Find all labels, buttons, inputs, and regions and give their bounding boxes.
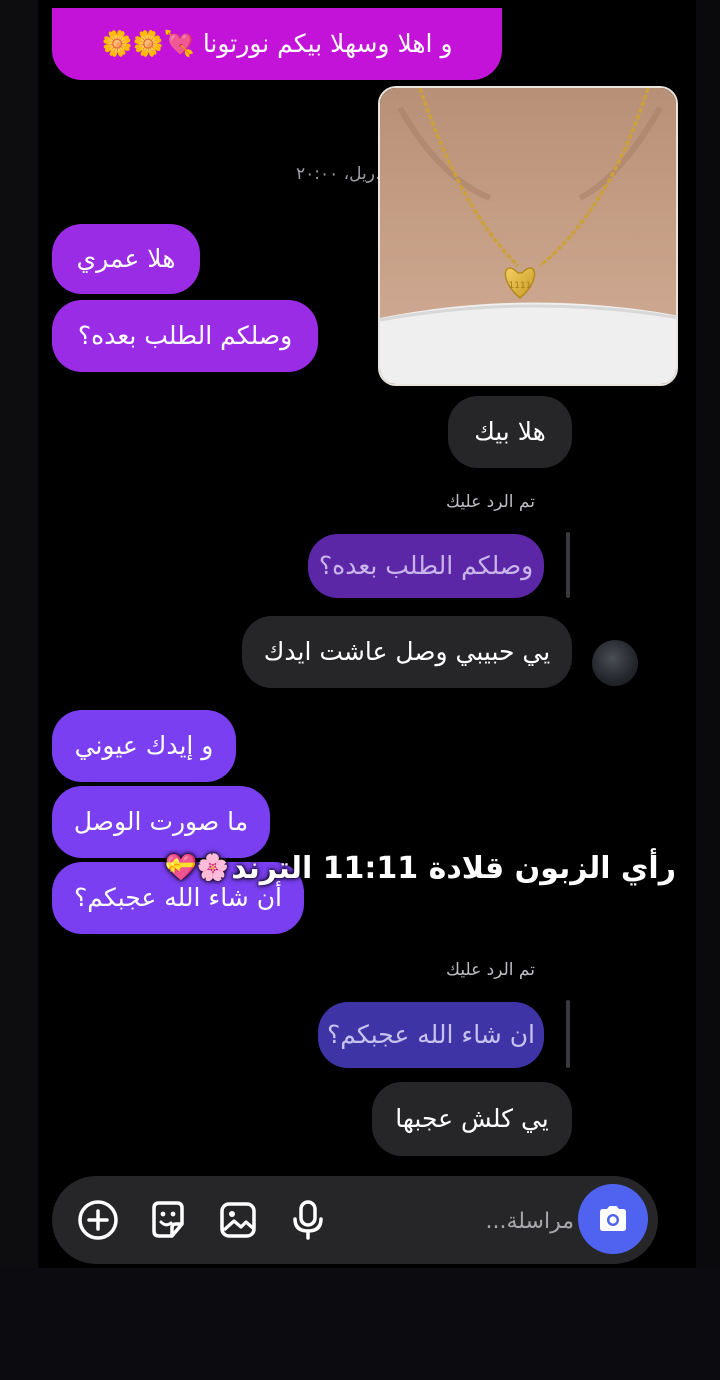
contact-avatar[interactable]	[592, 640, 638, 686]
message-text: يي كلش عجبها	[395, 1104, 549, 1133]
plus-icon[interactable]	[76, 1198, 120, 1242]
message-text: يي حبيبي وصل عاشت ايدك	[263, 637, 551, 666]
message-text: و إيدك عيوني	[74, 731, 214, 760]
microphone-icon[interactable]	[286, 1198, 330, 1242]
bottom-blank-area	[0, 1268, 720, 1380]
chat-screen: و اهلا وسهلا بيكم نورتونا 💘🌼🌼 …ريل، ٢٠:٠…	[0, 0, 720, 1268]
quoted-message[interactable]: ان شاء الله عجبكم؟	[318, 1002, 544, 1068]
message-text: ما صورت الوصل	[73, 807, 249, 836]
message-text: وصلكم الطلب بعده؟	[77, 321, 293, 350]
necklace-photo[interactable]: 1111	[378, 86, 678, 386]
svg-text:1111: 1111	[509, 281, 532, 291]
overlay-caption: رأي الزبون قلادة 11:11 الترند 🌸💝	[164, 844, 676, 892]
camera-icon	[600, 1206, 626, 1231]
reply-label: تم الرد عليك	[446, 492, 535, 512]
right-edge	[696, 0, 720, 1268]
quoted-text: ان شاء الله عجبكم؟	[326, 1020, 536, 1049]
left-edge	[0, 0, 38, 1268]
message-bubble-sent[interactable]: وصلكم الطلب بعده؟	[52, 300, 318, 372]
gallery-icon[interactable]	[216, 1198, 260, 1242]
overlay-caption-text: رأي الزبون قلادة 11:11 الترند	[231, 850, 676, 886]
message-bubble-received[interactable]: هلا بيك	[448, 396, 572, 468]
message-text: هلا عمري	[76, 244, 176, 273]
quoted-text: وصلكم الطلب بعده؟	[318, 551, 534, 580]
message-text: هلا بيك	[474, 417, 546, 446]
sticker-icon[interactable]	[146, 1198, 190, 1242]
flower-gift-emoji-icon: 🌸💝	[164, 853, 230, 883]
message-bubble-received[interactable]: يي كلش عجبها	[372, 1082, 572, 1156]
message-bubble-sent[interactable]: هلا عمري	[52, 224, 200, 294]
message-input[interactable]	[432, 1198, 576, 1244]
quote-bar	[566, 532, 570, 598]
message-bubble-sent[interactable]: و اهلا وسهلا بيكم نورتونا 💘🌼🌼	[52, 8, 502, 80]
necklace-image: 1111	[380, 88, 676, 384]
message-composer	[52, 1176, 658, 1264]
camera-button[interactable]	[578, 1184, 648, 1254]
reply-label: تم الرد عليك	[446, 960, 535, 980]
quote-bar	[566, 1000, 570, 1068]
message-bubble-sent[interactable]: و إيدك عيوني	[52, 710, 236, 782]
quoted-message[interactable]: وصلكم الطلب بعده؟	[308, 534, 544, 598]
message-bubble-received[interactable]: يي حبيبي وصل عاشت ايدك	[242, 616, 572, 688]
message-text: و اهلا وسهلا بيكم نورتونا 💘🌼🌼	[101, 29, 453, 58]
